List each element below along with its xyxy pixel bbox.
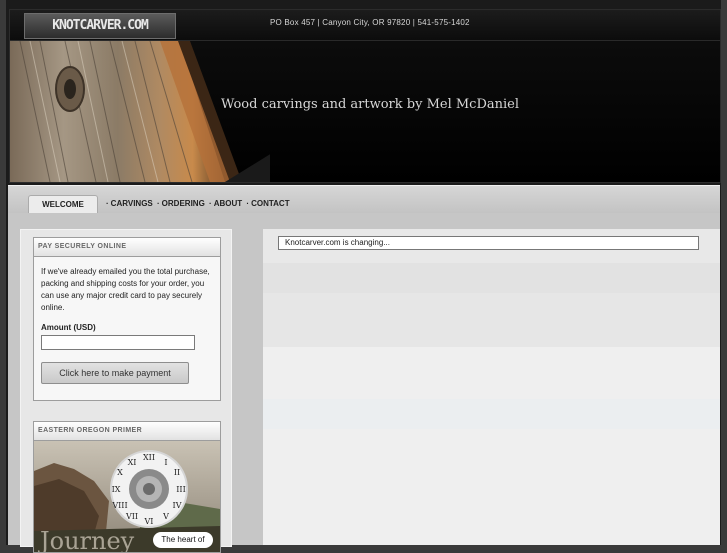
primer-caption: The heart of [153,532,213,548]
svg-text:X: X [117,468,123,477]
svg-text:II: II [174,468,180,477]
amount-input[interactable] [41,335,195,350]
nav-separator: · [157,199,160,208]
site-header: KNOTCARVER.COM PO Box 457 | Canyon City,… [9,9,721,183]
amount-label: Amount (USD) [41,323,96,332]
nav-link-carvings[interactable]: CARVINGS [111,199,153,208]
svg-text:XII: XII [143,453,155,462]
content-band [263,263,720,293]
svg-text:IX: IX [112,485,121,494]
content-band [263,293,720,347]
content-band [263,399,720,429]
nav-links: · CARVINGS · ORDERING · ABOUT · CONTACT [104,199,290,208]
content-band [263,429,720,545]
header-banner: Wood carvings and artwork by Mel McDanie… [10,41,720,182]
svg-text:VII: VII [125,512,138,521]
sidebar: PAY SECURELY ONLINE If we've already ema… [20,229,232,553]
svg-text:Journey: Journey [37,527,135,552]
svg-text:VI: VI [144,517,154,526]
svg-text:I: I [164,458,167,467]
svg-text:IV: IV [173,501,182,510]
nav-link-contact[interactable]: CONTACT [251,199,290,208]
svg-text:VIII: VIII [111,501,127,510]
site-changing-notice: Knotcarver.com is changing... [278,236,699,250]
header-topbar: KNOTCARVER.COM PO Box 457 | Canyon City,… [10,10,720,41]
pay-description: If we've already emailed you the total p… [41,267,210,312]
primer-panel-title: EASTERN OREGON PRIMER [34,422,220,441]
main-content: Knotcarver.com is changing... [263,229,720,545]
contact-info: PO Box 457 | Canyon City, OR 97820 | 541… [270,18,470,27]
pay-panel-title: PAY SECURELY ONLINE [34,238,220,257]
nav-link-about[interactable]: ABOUT [214,199,242,208]
site-logo[interactable]: KNOTCARVER.COM [24,13,176,39]
tab-welcome[interactable]: WELCOME [28,195,98,214]
content-band [263,347,720,399]
logo-text: KNOTCARVER.COM [52,18,149,33]
nav-separator: · [209,199,212,208]
eastern-oregon-primer-panel: EASTERN OREGON PRIMER XII I II III IV V … [33,421,221,553]
pay-securely-panel: PAY SECURELY ONLINE If we've already ema… [33,237,221,401]
svg-text:XI: XI [128,458,137,467]
primer-image[interactable]: XII I II III IV V VI VII VIII IX X XI Journey Th… [34,441,220,552]
svg-text:III: III [176,485,185,494]
nav-link-ordering[interactable]: ORDERING [162,199,205,208]
content-area: PAY SECURELY ONLINE If we've already ema… [8,213,720,553]
nav-separator: · [106,199,109,208]
main-navigation: WELCOME · CARVINGS · ORDERING · ABOUT · CONT… [8,185,720,214]
make-payment-button[interactable]: Click here to make payment [41,362,189,384]
site-tagline: Wood carvings and artwork by Mel McDanie… [221,97,520,112]
svg-text:V: V [162,512,169,521]
